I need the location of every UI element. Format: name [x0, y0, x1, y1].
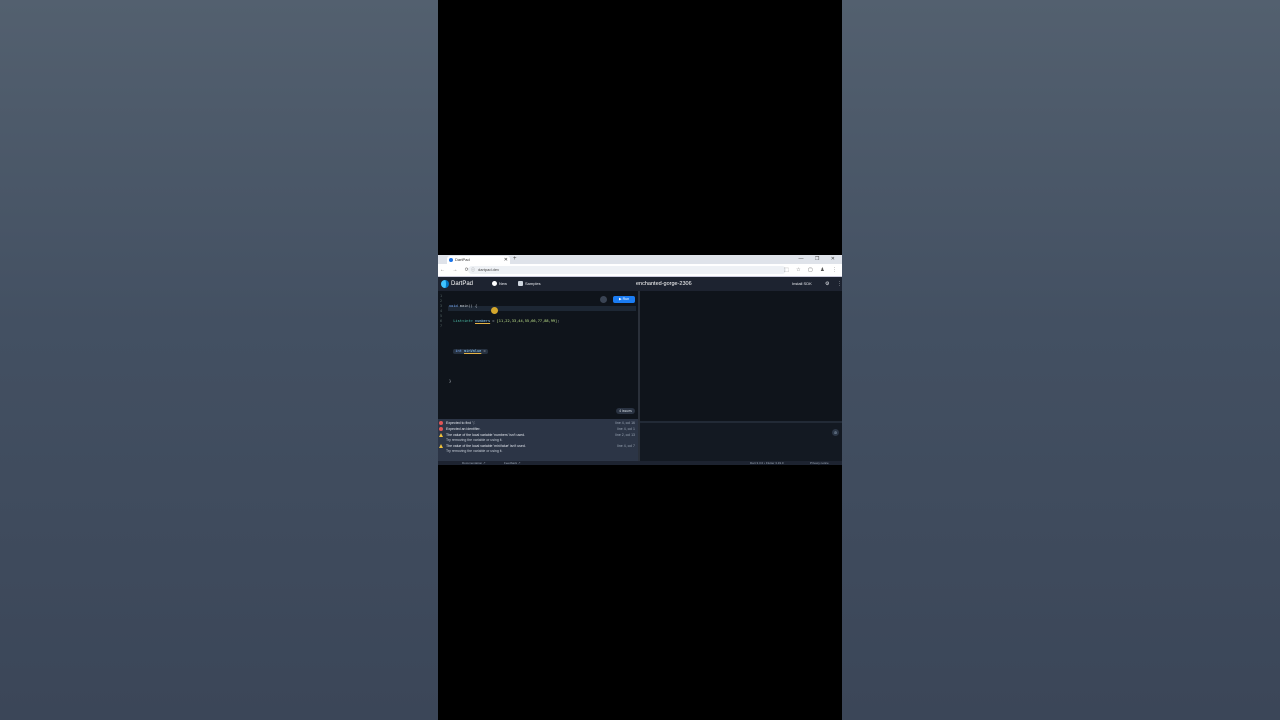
list-literal: [11,22,33,44,55,66,77,88,99] — [496, 319, 558, 323]
output-preview-pane — [640, 291, 842, 421]
new-button[interactable]: +New — [492, 277, 507, 291]
code-line-6: } — [449, 379, 559, 384]
project-name[interactable]: enchanted-gorge-2306 — [636, 277, 692, 291]
code-line-2: List<int> numbers = [11,22,33,44,55,66,7… — [449, 319, 559, 324]
code-editor[interactable]: 1 2 3 4 5 6 7 void main() { List<int> nu… — [438, 291, 638, 419]
window-controls[interactable]: — ❐ ✕ — [799, 255, 840, 264]
settings-icon[interactable]: ⚙ — [825, 277, 829, 291]
version-info: Dart 3.3.0 • Flutter 3.19.0 — [750, 461, 784, 465]
console-output: ⊘ — [640, 421, 842, 463]
semicolon: ; — [557, 319, 560, 323]
dartpad-header: DartPad +New #Samples enchanted-gorge-23… — [438, 277, 842, 291]
problem-hint: Try removing the variable or using it. — [438, 448, 638, 454]
install-sdk-link[interactable]: Install SDK — [792, 277, 812, 291]
type-list-int: List<int> — [453, 319, 473, 323]
assign-op: = — [481, 349, 486, 353]
dartpad-favicon-icon — [449, 258, 453, 262]
app-title: DartPad — [451, 281, 474, 287]
problems-panel: Expected to find ';'. line 4, col 16 Exp… — [438, 419, 638, 461]
problem-hint-text: Try removing the variable or using it. — [446, 449, 503, 453]
new-label: New — [499, 281, 508, 286]
code-text[interactable]: void main() { List<int> numbers = [11,22… — [449, 294, 559, 394]
toolbar-extensions[interactable]: ⬚ ☆ ▢ ♟ ⋮ — [784, 264, 840, 276]
mouse-cursor-highlight — [491, 307, 498, 314]
new-tab-button[interactable]: + — [513, 255, 517, 264]
code-line-4: int minValue = — [449, 349, 559, 354]
closing-brace: } — [449, 379, 452, 383]
tab-strip: DartPad ✕ + — ❐ ✕ — [438, 255, 842, 264]
main-signature: main() { — [457, 304, 478, 308]
documentation-link[interactable]: Documentation ↗ — [462, 461, 486, 465]
address-bar: ← → ⟳ ⓘ dartpad.dev ⬚ ☆ ▢ ♟ ⋮ — [438, 264, 842, 277]
code-line-1: void main() { — [449, 304, 559, 309]
url-text: dartpad.dev — [478, 267, 500, 272]
issues-toggle-button[interactable]: 4 issues — [616, 408, 635, 414]
site-info-icon[interactable]: ⓘ — [471, 266, 475, 274]
privacy-link[interactable]: Privacy notice — [810, 461, 829, 465]
dart-logo-icon — [441, 280, 449, 288]
format-button[interactable] — [600, 296, 607, 303]
clear-console-icon[interactable]: ⊘ — [832, 429, 839, 436]
error-icon — [439, 427, 443, 431]
samples-label: Samples — [525, 281, 541, 286]
keyword-void: void — [449, 304, 458, 308]
samples-icon: # — [518, 281, 523, 287]
tab-close-icon[interactable]: ✕ — [504, 256, 508, 264]
line-number: 7 — [440, 324, 443, 328]
add-icon: + — [492, 281, 497, 287]
run-button[interactable]: ▶ Run — [613, 296, 635, 303]
feedback-link[interactable]: Feedback ↗ — [504, 461, 521, 465]
browser-window: DartPad ✕ + — ❐ ✕ ← → ⟳ ⓘ dartpad.dev ⬚ … — [438, 255, 842, 465]
tab-dartpad[interactable]: DartPad ✕ — [447, 256, 510, 264]
identifier-minvalue: minValue — [464, 349, 482, 353]
line-number-gutter: 1 2 3 4 5 6 7 — [440, 294, 448, 329]
tab-title: DartPad — [455, 257, 470, 262]
keyword-int: int — [455, 349, 462, 353]
status-bar: Documentation ↗ Feedback ↗ Dart 3.3.0 • … — [438, 461, 842, 465]
more-menu-icon[interactable]: ⋮ — [837, 277, 842, 291]
code-line-4-chip: int minValue = — [453, 349, 488, 354]
samples-button[interactable]: #Samples — [518, 277, 541, 291]
error-icon — [439, 421, 443, 425]
identifier-numbers: numbers — [474, 319, 491, 323]
url-field[interactable]: ⓘ dartpad.dev — [468, 266, 786, 274]
